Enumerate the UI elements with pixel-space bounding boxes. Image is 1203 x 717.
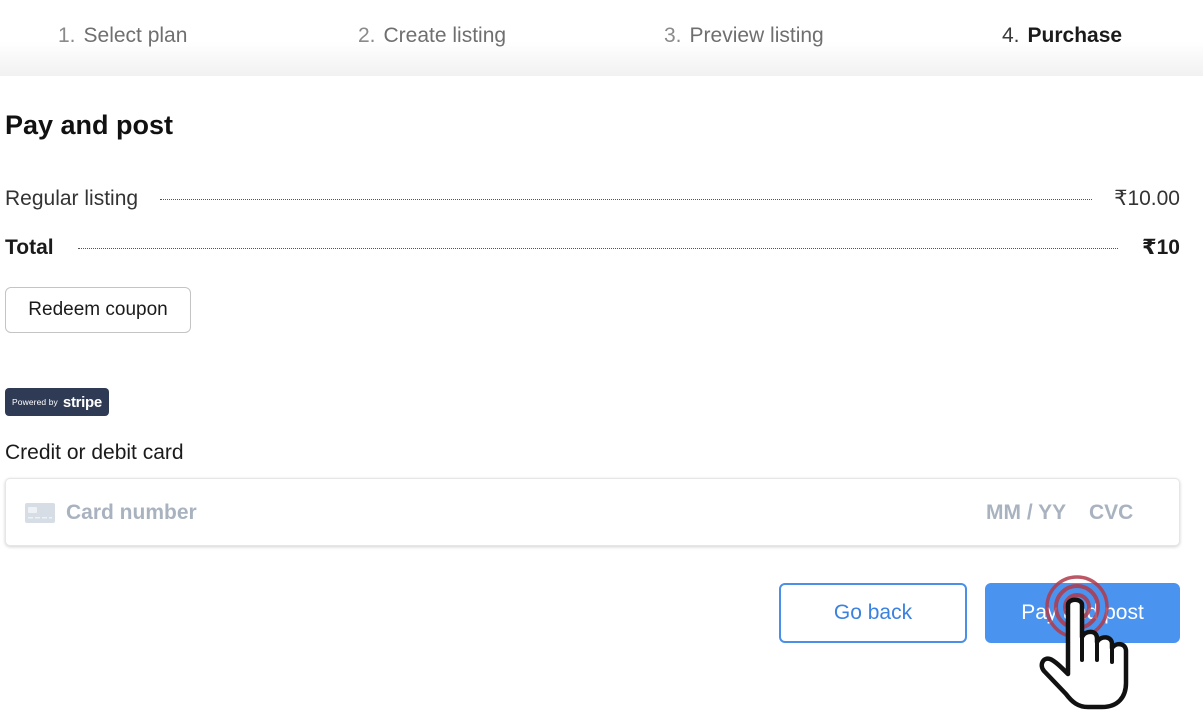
step-label: Select plan	[83, 24, 188, 47]
go-back-button[interactable]: Go back	[779, 583, 967, 643]
line-item-row: Regular listing ₹10.00	[5, 186, 1180, 211]
step-label: Purchase	[1027, 24, 1123, 47]
step-label: Preview listing	[689, 24, 824, 47]
step-purchase: 4. Purchase	[1002, 24, 1122, 48]
total-label: Total	[5, 235, 54, 259]
page-title: Pay and post	[5, 110, 174, 140]
dotted-leader	[77, 248, 1119, 249]
total-amount: ₹10	[1142, 236, 1180, 259]
pay-and-post-button[interactable]: Pay and post	[985, 583, 1180, 643]
redeem-coupon-button[interactable]: Redeem coupon	[5, 287, 191, 333]
card-field-label: Credit or debit card	[5, 441, 184, 464]
step-create-listing[interactable]: 2. Create listing	[358, 24, 506, 48]
card-expiry-input[interactable]	[986, 498, 1081, 528]
powered-by-text: Powered by	[12, 397, 58, 407]
line-item-label: Regular listing	[5, 186, 139, 210]
step-number: 2.	[358, 24, 376, 47]
step-preview-listing[interactable]: 3. Preview listing	[664, 24, 824, 48]
step-number: 3.	[664, 24, 682, 47]
step-select-plan[interactable]: 1. Select plan	[58, 24, 187, 48]
step-number: 4.	[1002, 24, 1020, 47]
dotted-leader	[160, 199, 1093, 200]
credit-card-icon	[25, 503, 55, 523]
powered-by-stripe-badge[interactable]: Powered by stripe	[5, 388, 109, 416]
checkout-stepper: 1. Select plan 2. Create listing 3. Preview…	[0, 0, 1203, 76]
line-item-amount: ₹10.00	[1114, 187, 1180, 210]
stripe-logo: stripe	[62, 393, 102, 411]
step-label: Create listing	[383, 24, 507, 47]
card-element[interactable]	[5, 478, 1180, 546]
step-number: 1.	[58, 24, 76, 47]
total-row: Total ₹10	[5, 235, 1180, 260]
card-cvc-input[interactable]	[1089, 498, 1159, 528]
card-number-input[interactable]	[66, 498, 366, 528]
